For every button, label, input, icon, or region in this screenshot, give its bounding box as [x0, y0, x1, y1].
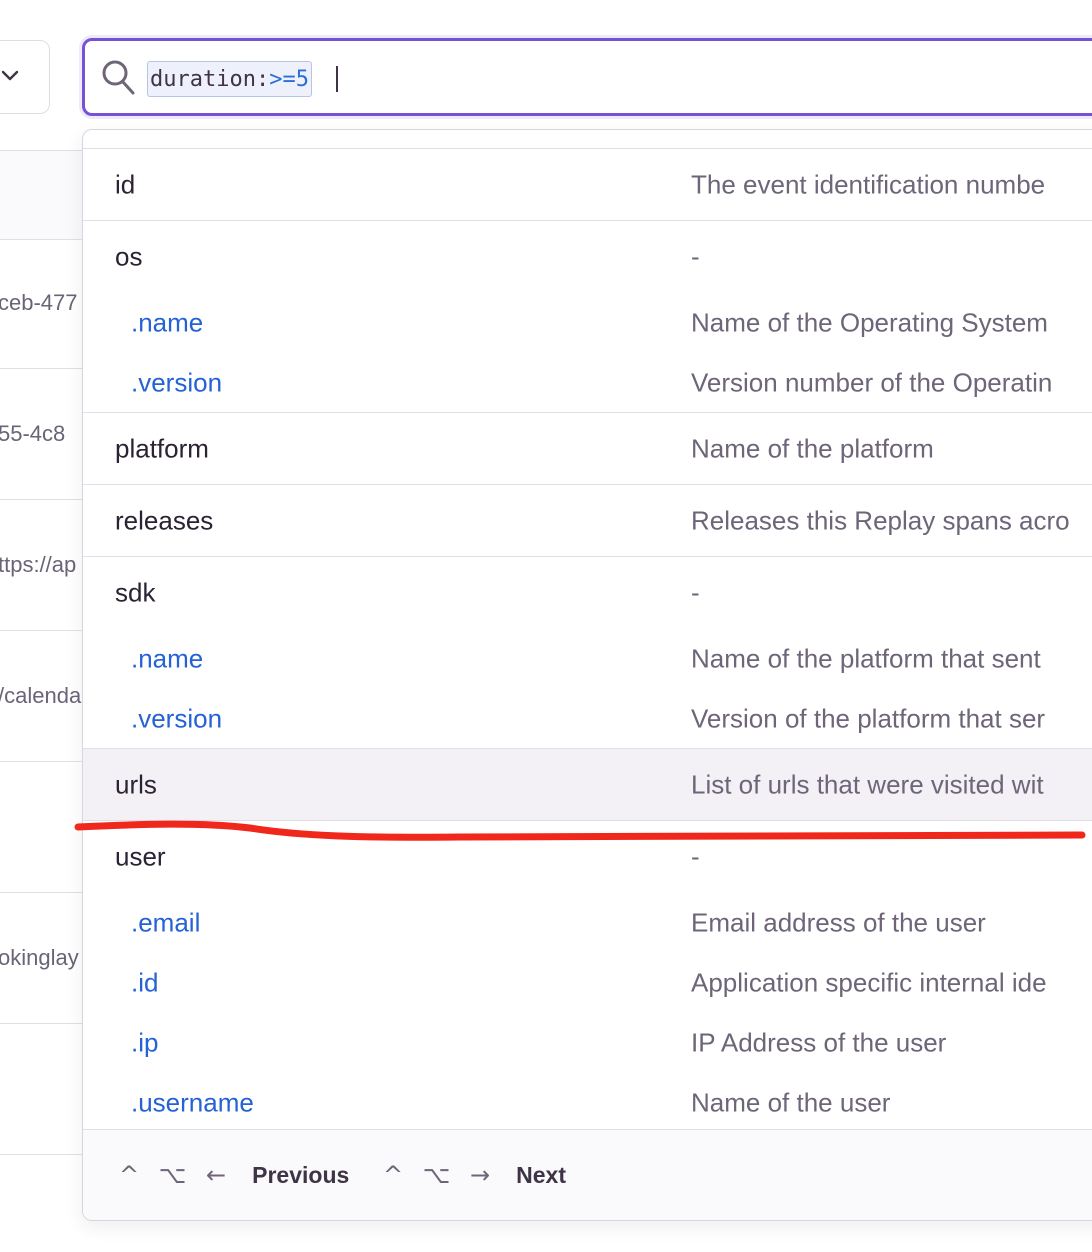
suggestion-dropdown: id The event identification numbe os - .…: [82, 129, 1092, 1221]
table-cell: okinglay: [0, 945, 79, 970]
suggestion-description: IP Address of the user: [691, 1027, 947, 1058]
suggestion-user-ip[interactable]: .ip IP Address of the user: [83, 1013, 1092, 1073]
previous-shortcut-keys: ^ ⌥ ←: [119, 1161, 233, 1189]
suggestion-description: Version of the platform that ser: [691, 703, 1046, 733]
table-cell: 55-4c8: [0, 421, 66, 446]
suggestion-key: .name: [131, 307, 204, 338]
next-hint[interactable]: ^ ⌥ → Next: [383, 1161, 566, 1189]
suggestion-key: .version: [131, 703, 223, 733]
suggestion-description: Releases this Replay spans acro: [691, 505, 1070, 535]
suggestion-os[interactable]: os -: [83, 221, 1092, 293]
suggestion-platform[interactable]: platform Name of the platform: [83, 413, 1092, 485]
suggestion-sdk-name[interactable]: .name Name of the platform that sent: [83, 629, 1092, 689]
suggestion-user-username[interactable]: .username Name of the user: [83, 1073, 1092, 1133]
token-key: duration:: [150, 67, 270, 92]
suggestion-key: platform: [115, 433, 209, 463]
suggestion-description: Application specific internal ide: [691, 967, 1047, 998]
suggestion-urls[interactable]: urls List of urls that were visited wit: [83, 749, 1092, 821]
table-cell: ceb-477: [0, 290, 78, 315]
suggestion-key: sdk: [115, 577, 156, 608]
suggestion-id[interactable]: id The event identification numbe: [83, 149, 1092, 221]
suggestion-key: os: [115, 241, 143, 272]
table-cell: /calenda: [0, 683, 82, 708]
suggestion-description: Email address of the user: [691, 907, 986, 938]
suggestion-key: .username: [131, 1087, 254, 1118]
suggestion-key: .email: [131, 907, 201, 938]
next-shortcut-keys: ^ ⌥ →: [383, 1161, 497, 1189]
suggestion-key: urls: [115, 769, 157, 799]
suggestion-description: Version number of the Operatin: [691, 367, 1053, 397]
screen: ceb-477 55-4c8 ttps://ap /calenda okingl…: [0, 0, 1092, 1252]
text-caret: [336, 66, 338, 92]
suggestion-os-name[interactable]: .name Name of the Operating System: [83, 293, 1092, 353]
token-operator: >=: [269, 67, 296, 92]
suggestion-description: Name of the platform that sent: [691, 643, 1041, 674]
suggestion-key: .name: [131, 643, 204, 674]
table-cell: ttps://ap: [0, 552, 77, 577]
suggestion-os-version[interactable]: .version Version number of the Operatin: [83, 353, 1092, 413]
suggestion-key: .version: [131, 367, 223, 397]
suggestion-description: -: [691, 841, 700, 872]
previous-label: Previous: [252, 1161, 350, 1188]
filter-select[interactable]: [0, 40, 50, 114]
suggestion-releases[interactable]: releases Releases this Replay spans acro: [83, 485, 1092, 557]
suggestion-key: id: [115, 169, 136, 199]
suggestion-key: releases: [115, 505, 214, 535]
suggestion-list: id The event identification numbe os - .…: [83, 148, 1092, 1133]
suggestion-description: The event identification numbe: [691, 169, 1046, 199]
suggestion-description: Name of the user: [691, 1087, 891, 1118]
search-icon: [102, 60, 135, 95]
next-label: Next: [516, 1161, 566, 1188]
suggestion-sdk[interactable]: sdk -: [83, 557, 1092, 629]
chevron-down-icon: [1, 70, 19, 81]
suggestion-user-email[interactable]: .email Email address of the user: [83, 893, 1092, 953]
suggestion-description: -: [691, 577, 700, 608]
suggestion-key: .id: [131, 967, 159, 998]
suggestion-description: -: [691, 241, 700, 272]
suggestion-description: Name of the Operating System: [691, 307, 1048, 338]
keyboard-hints-footer: ^ ⌥ ← Previous ^ ⌥ → Next: [83, 1129, 1092, 1220]
suggestion-sdk-version[interactable]: .version Version of the platform that se…: [83, 689, 1092, 749]
previous-hint[interactable]: ^ ⌥ ← Previous: [119, 1161, 349, 1189]
search-input[interactable]: duration:>=5: [82, 38, 1092, 116]
token-value: 5: [295, 67, 309, 92]
suggestion-description: Name of the platform: [691, 433, 934, 463]
suggestion-key: .ip: [131, 1027, 159, 1058]
suggestion-user[interactable]: user -: [83, 821, 1092, 893]
suggestion-user-id[interactable]: .id Application specific internal ide: [83, 953, 1092, 1013]
suggestion-key: user: [115, 841, 166, 872]
suggestion-description: List of urls that were visited wit: [691, 769, 1044, 799]
search-token[interactable]: duration:>=5: [147, 61, 312, 97]
